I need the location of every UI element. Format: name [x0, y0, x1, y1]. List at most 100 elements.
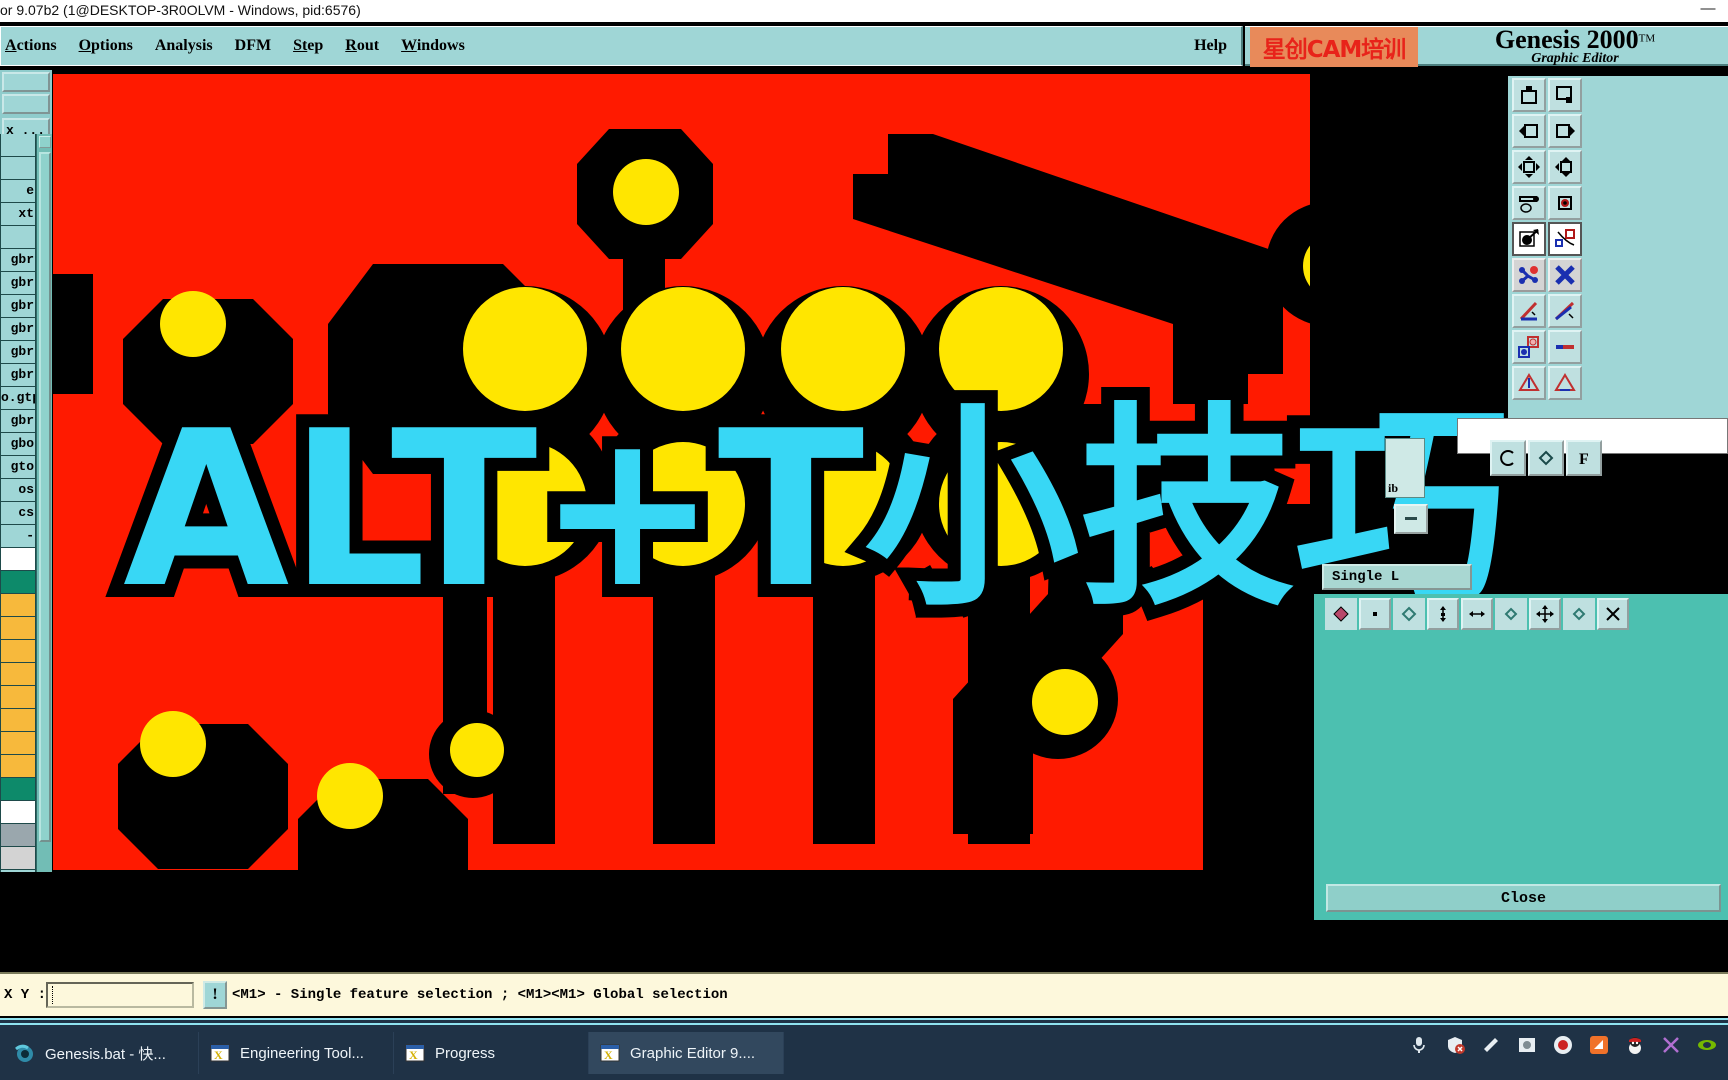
layer-swatch-row[interactable] [0, 824, 36, 847]
filled-diamond-icon[interactable] [1325, 598, 1357, 630]
layer-swatch-row[interactable] [0, 548, 36, 571]
select-feature-icon[interactable] [1512, 222, 1546, 256]
x-icon[interactable] [1597, 598, 1629, 630]
security-shield-icon[interactable] [1444, 1034, 1466, 1056]
vertical-arrows-icon[interactable] [1427, 598, 1459, 630]
layers-list[interactable]: extgbrgbrgbrgbrgbrgbro.gtpgbrgbogtooscs- [0, 134, 36, 872]
scrollbar-thumb[interactable] [39, 152, 51, 842]
menu-item-rout[interactable]: Rout [345, 37, 379, 55]
layer-row[interactable] [0, 134, 36, 157]
bottom-panel-toolbar [1325, 598, 1629, 630]
layer-row[interactable]: - [0, 525, 36, 548]
chevron-down-icon[interactable] [1393, 598, 1425, 630]
x-app-icon[interactable] [1660, 1034, 1682, 1056]
taskbar-item-engineering-tool[interactable]: X Engineering Tool... [199, 1032, 394, 1074]
layer-swatch-row[interactable] [0, 594, 36, 617]
layer-row[interactable]: gbo [0, 433, 36, 456]
taskbar-item-progress[interactable]: X Progress [394, 1032, 589, 1074]
close-button[interactable]: Close [1326, 884, 1721, 912]
layer-row[interactable]: os [0, 479, 36, 502]
menu-item-actions[interactable]: Actions [5, 37, 57, 55]
orange-app-icon[interactable] [1588, 1034, 1610, 1056]
chevron-icon[interactable] [1563, 598, 1595, 630]
layer-swatch-row[interactable] [0, 755, 36, 778]
layer-row[interactable]: gbr [0, 295, 36, 318]
record-icon[interactable] [1552, 1034, 1574, 1056]
taskbar-item-graphic-editor[interactable]: X Graphic Editor 9.... [589, 1032, 784, 1074]
f-icon[interactable]: F [1566, 440, 1602, 476]
resize-vertical-icon[interactable] [1548, 150, 1582, 184]
layer-swatch-row[interactable] [0, 686, 36, 709]
menu-item-windows[interactable]: Windows [401, 37, 465, 55]
layer-swatch-row[interactable] [0, 709, 36, 732]
resize-horizontal-icon[interactable] [1512, 150, 1546, 184]
layer-row[interactable]: gbr [0, 341, 36, 364]
ruler-measure-icon[interactable] [1512, 186, 1546, 220]
net-connect-icon[interactable] [1512, 258, 1546, 292]
move-right-icon[interactable] [1548, 114, 1582, 148]
horizontal-arrows-icon[interactable] [1461, 598, 1493, 630]
mini-panel-button[interactable] [1394, 504, 1428, 534]
layer-swatch-row[interactable] [0, 778, 36, 801]
move-cross-icon[interactable] [1529, 598, 1561, 630]
dot-icon[interactable] [1359, 598, 1391, 630]
layer-row[interactable]: gbr [0, 364, 36, 387]
layer-row[interactable]: xt [0, 203, 36, 226]
sidebar-button-2[interactable] [2, 94, 50, 114]
triangle-alt-icon[interactable] [1548, 366, 1582, 400]
minimize-button[interactable]: — [1698, 1, 1718, 18]
menu-item-dfm[interactable]: DFM [235, 37, 271, 55]
sidebar-button-1[interactable] [2, 72, 50, 92]
xy-input[interactable] [46, 982, 194, 1008]
layer-swatch-row[interactable] [0, 617, 36, 640]
taskbar-item-genesis-bat[interactable]: Genesis.bat - 快... [4, 1032, 199, 1074]
line-segment-icon[interactable] [1548, 330, 1582, 364]
slant-line-icon[interactable] [1548, 294, 1582, 328]
layers-scrollbar[interactable] [36, 134, 52, 872]
layer-row[interactable]: gbr [0, 318, 36, 341]
layer-row[interactable]: gbr [0, 249, 36, 272]
menu-item-analysis[interactable]: Analysis [155, 37, 213, 55]
pcb-canvas[interactable] [53, 74, 1310, 870]
penguin-icon[interactable] [1624, 1034, 1646, 1056]
paste-up-icon[interactable] [1512, 78, 1546, 112]
undo-icon[interactable] [1490, 440, 1526, 476]
layer-row[interactable]: cs [0, 502, 36, 525]
layer-swatch-row[interactable] [0, 571, 36, 594]
angle-line-icon[interactable] [1512, 294, 1546, 328]
scroll-up-arrow-icon[interactable] [39, 136, 51, 148]
screenshot-icon[interactable] [1516, 1034, 1538, 1056]
layer-swatch-row[interactable] [0, 801, 36, 824]
move-left-icon[interactable] [1512, 114, 1546, 148]
layer-row[interactable] [0, 226, 36, 249]
layer-swatch-row[interactable] [0, 732, 36, 755]
layer-row[interactable]: e [0, 180, 36, 203]
paste-down-icon[interactable] [1548, 78, 1582, 112]
copy-shape-icon[interactable] [1512, 330, 1546, 364]
single-layer-tab[interactable]: Single L [1322, 564, 1472, 590]
layer-row[interactable]: gbr [0, 272, 36, 295]
layer-swatch-row[interactable] [0, 640, 36, 663]
nvidia-icon[interactable] [1696, 1034, 1718, 1056]
layer-row[interactable]: gbr [0, 410, 36, 433]
alert-button[interactable]: ! [203, 981, 227, 1009]
mini-side-panel[interactable]: ib [1385, 438, 1425, 498]
layer-row[interactable]: gto [0, 456, 36, 479]
polyline-box-icon[interactable] [1548, 222, 1582, 256]
menu-dfm-mnemonic: D [234, 37, 247, 54]
diamond-icon[interactable] [1528, 440, 1564, 476]
small-chevron-icon[interactable] [1495, 598, 1527, 630]
microphone-icon[interactable] [1408, 1034, 1430, 1056]
layer-row[interactable] [0, 870, 36, 872]
target-point-icon[interactable] [1548, 186, 1582, 220]
layer-swatch-row[interactable] [0, 847, 36, 870]
layer-swatch-row[interactable] [0, 663, 36, 686]
layer-row[interactable] [0, 157, 36, 180]
triangle-up-icon[interactable] [1512, 366, 1546, 400]
pin-icon[interactable] [1480, 1034, 1502, 1056]
menu-item-step[interactable]: Step [293, 37, 323, 55]
menu-item-help[interactable]: Help [1194, 37, 1227, 55]
delete-cross-icon[interactable] [1548, 258, 1582, 292]
layer-row[interactable]: o.gtp [0, 387, 36, 410]
menu-item-options[interactable]: Options [79, 37, 133, 55]
